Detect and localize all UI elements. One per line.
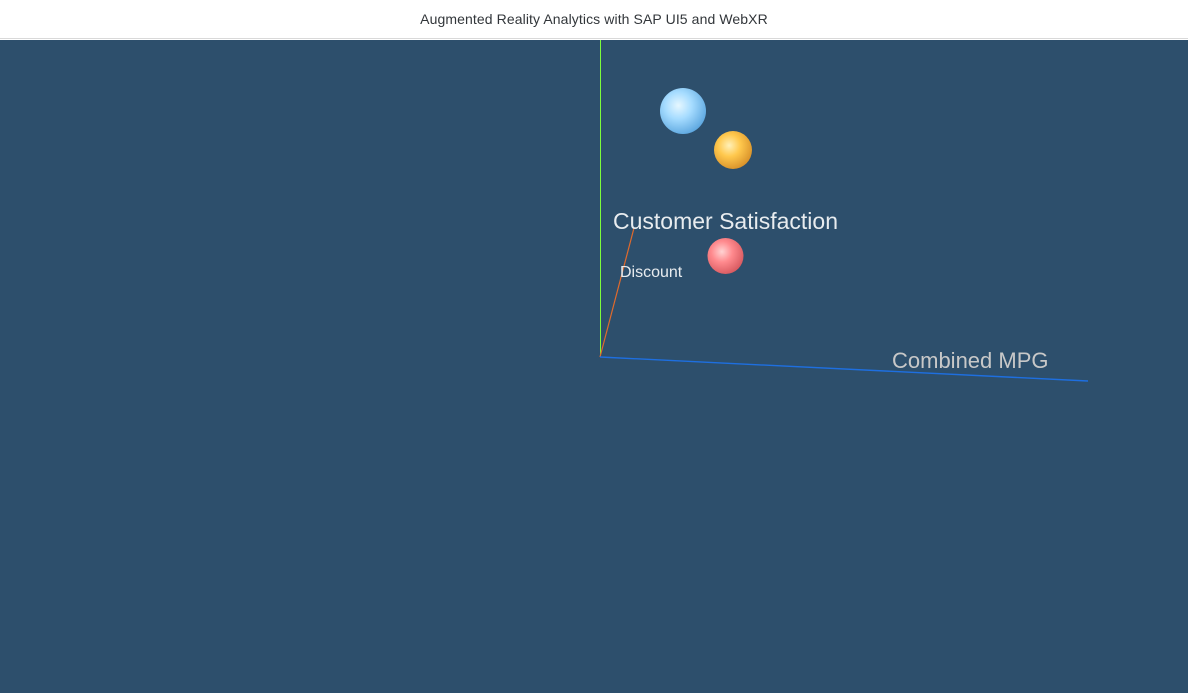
z-axis-label: Discount (620, 264, 683, 281)
x-axis-label: Combined MPG (892, 348, 1049, 373)
3d-chart-svg: Customer Satisfaction Discount Combined … (599, 40, 1089, 382)
app-header: Augmented Reality Analytics with SAP UI5… (0, 0, 1188, 39)
data-point-sphere[interactable] (707, 238, 744, 274)
data-point-sphere[interactable] (660, 88, 706, 134)
data-point-sphere[interactable] (714, 131, 752, 169)
ar-scene-canvas[interactable]: Customer Satisfaction Discount Combined … (0, 40, 1188, 693)
z-axis-line (599, 227, 635, 358)
y-axis-label: Customer Satisfaction (613, 208, 838, 234)
app-title: Augmented Reality Analytics with SAP UI5… (420, 11, 768, 27)
